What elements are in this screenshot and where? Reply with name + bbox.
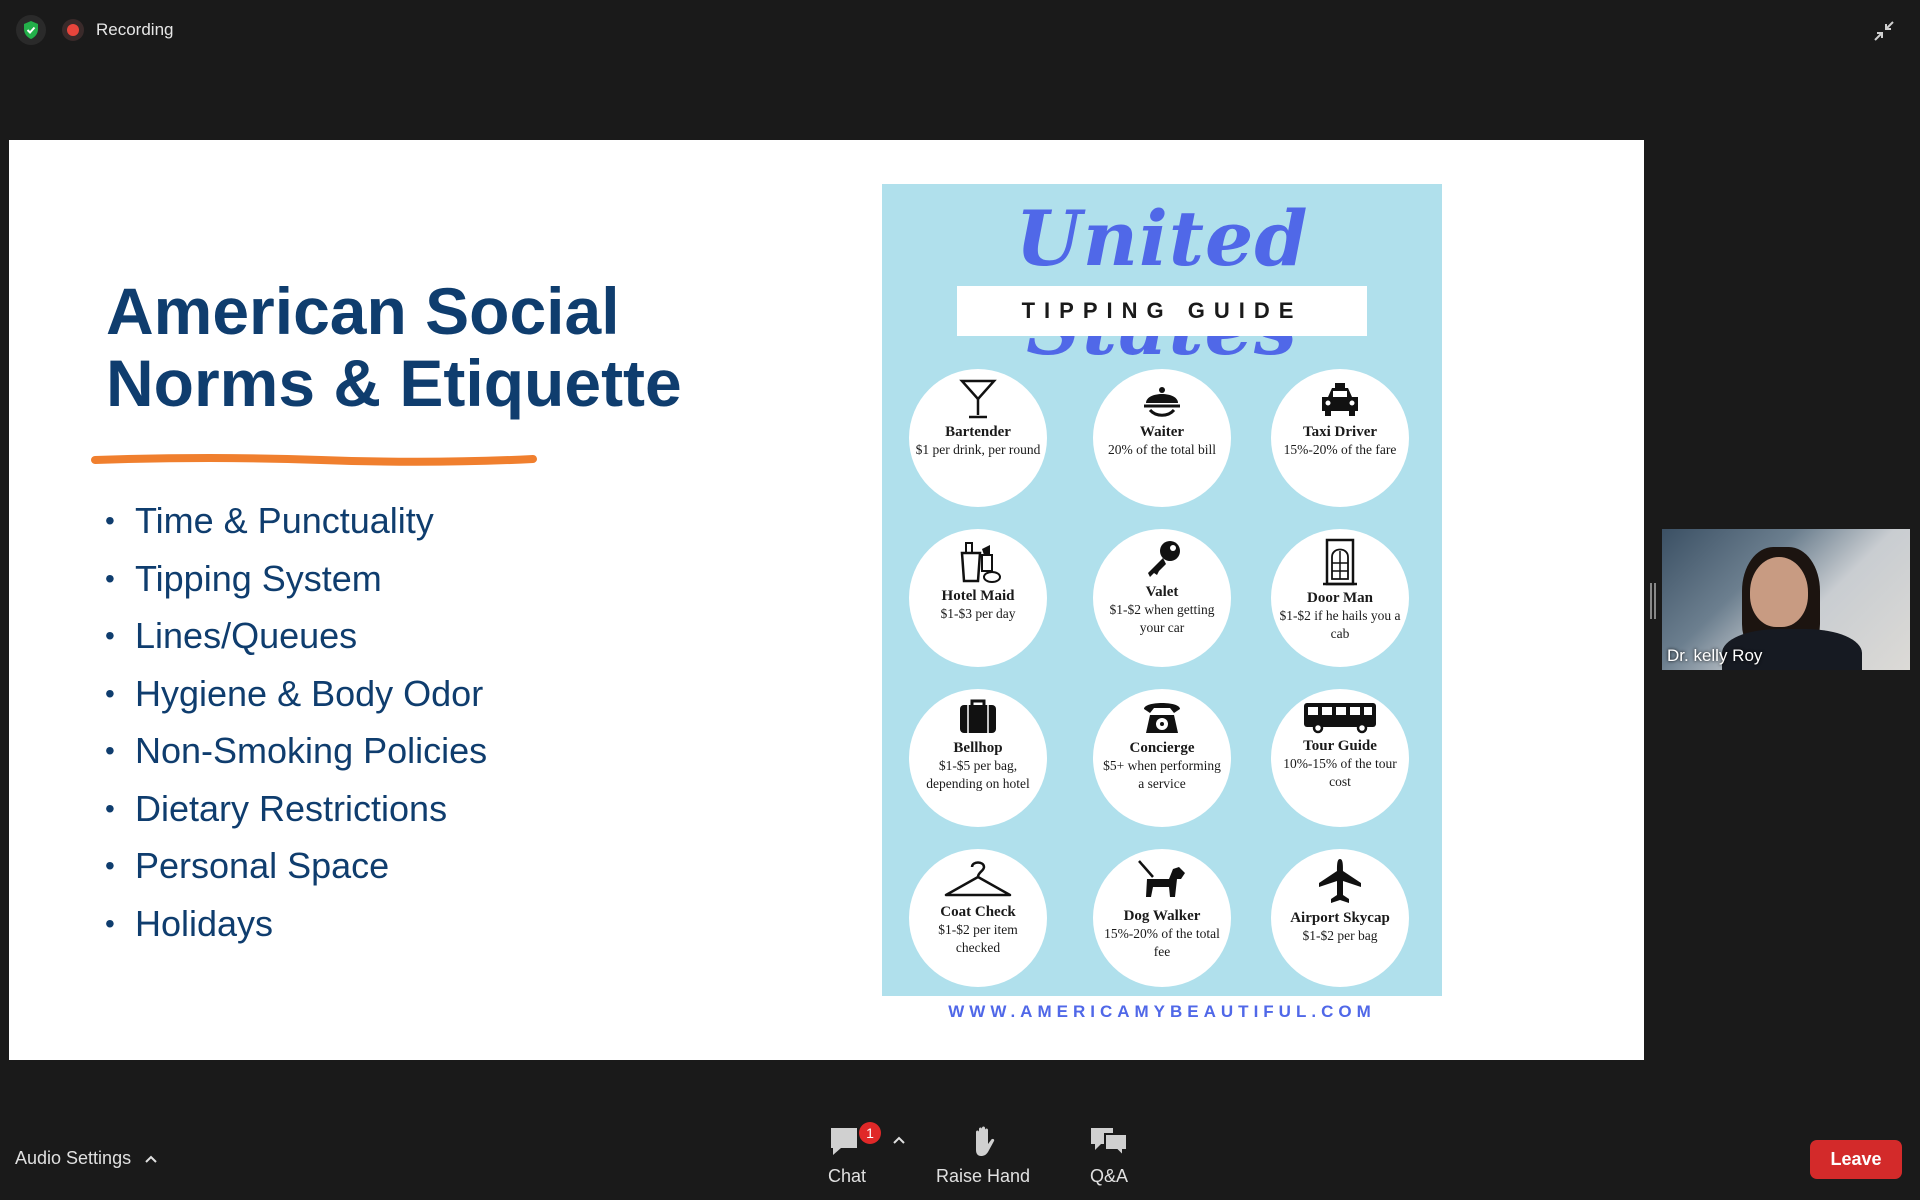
tip-item-name: Coat Check <box>940 904 1016 920</box>
tip-item-taxi-driver: Taxi Driver 15%-20% of the fare <box>1271 369 1409 507</box>
chevron-up-icon <box>145 1155 157 1163</box>
recording-indicator[interactable]: Recording <box>62 14 174 46</box>
tip-item-valet: Valet $1-$2 when getting your car <box>1093 529 1231 667</box>
list-item: Hygiene & Body Odor <box>105 665 487 723</box>
tip-item-name: Concierge <box>1129 740 1195 756</box>
raise-hand-label: Raise Hand <box>936 1166 1031 1186</box>
qa-icon <box>1091 1128 1128 1158</box>
tip-item-name: Waiter <box>1139 424 1185 440</box>
tip-item-desc: 15%-20% of the fare <box>1283 442 1397 457</box>
hanger-icon <box>944 861 1012 897</box>
list-item: Tipping System <box>105 550 487 608</box>
tip-item-desc: $1-$2 per bag <box>1302 928 1378 943</box>
tip-item-name: Dog Walker <box>1123 908 1201 924</box>
dog-icon <box>1138 860 1185 897</box>
tip-item-name: Bartender <box>945 424 1011 440</box>
record-icon <box>62 19 84 41</box>
tip-item-name: Hotel Maid <box>941 588 1015 604</box>
leave-button[interactable]: Leave <box>1810 1140 1902 1179</box>
telephone-icon <box>1144 703 1180 733</box>
tip-item-desc: 10%-15% of the tour cost <box>1283 756 1397 789</box>
chat-unread-badge: 1 <box>859 1122 881 1144</box>
tip-item-waiter: Waiter 20% of the total bill <box>1093 369 1231 507</box>
list-item: Personal Space <box>105 837 487 895</box>
exit-fullscreen-icon[interactable] <box>1870 17 1898 45</box>
tip-item-desc: $1-$2 if he hails you a cab <box>1279 608 1401 641</box>
tip-item-desc: $1-$2 when getting your car <box>1109 602 1215 635</box>
cloche-icon <box>1144 387 1180 417</box>
tip-item-desc: $1-$5 per bag, depending on hotel <box>926 758 1030 791</box>
poster-url: WWW.AMERICAMYBEAUTIFUL.COM <box>948 1002 1376 1021</box>
chat-button[interactable]: 1 Chat <box>825 1122 881 1187</box>
hand-icon <box>976 1126 995 1156</box>
list-item: Time & Punctuality <box>105 492 487 550</box>
tip-item-name: Bellhop <box>953 740 1003 756</box>
participant-name: Dr. kelly Roy <box>1667 646 1763 665</box>
title-underline <box>91 454 537 466</box>
panel-resize-handle[interactable] <box>1650 583 1656 619</box>
tip-item-door-man: Door Man $1-$2 if he hails you a cab <box>1271 529 1409 667</box>
tip-item-name: Airport Skycap <box>1290 910 1390 926</box>
tip-item-hotel-maid: Hotel Maid $1-$3 per day <box>909 529 1047 667</box>
list-item: Dietary Restrictions <box>105 780 487 838</box>
list-item: Lines/Queues <box>105 607 487 665</box>
qa-label: Q&A <box>1089 1166 1128 1186</box>
shared-slide: American Social Norms & Etiquette Time &… <box>9 140 1644 1060</box>
tip-item-concierge: Concierge $5+ when performing a service <box>1093 689 1231 827</box>
airplane-icon <box>1319 859 1361 903</box>
tip-item-tour-guide: Tour Guide 10%-15% of the tour cost <box>1271 689 1409 827</box>
suitcase-icon <box>960 699 996 733</box>
tip-item-coat-check: Coat Check $1-$2 per item checked <box>909 849 1047 987</box>
tip-item-bellhop: Bellhop $1-$5 per bag, depending on hote… <box>909 689 1047 827</box>
list-item: Non-Smoking Policies <box>105 722 487 780</box>
raise-hand-button[interactable]: Raise Hand <box>936 1124 1030 1187</box>
participant-face <box>1750 557 1808 627</box>
tip-item-desc: $1 per drink, per round <box>915 442 1041 457</box>
poster-title: United States <box>1015 194 1309 372</box>
tip-item-desc: 15%-20% of the total fee <box>1104 926 1220 959</box>
tipping-guide-poster: United States TIPPING GUIDE Bartender $1… <box>882 184 1442 996</box>
slide-title: American Social Norms & Etiquette <box>106 274 682 420</box>
tip-item-bartender: Bartender $1 per drink, per round <box>909 369 1047 507</box>
poster-subtitle: TIPPING GUIDE <box>957 286 1367 336</box>
taxi-icon <box>1322 383 1358 416</box>
participant-video[interactable]: Dr. kelly Roy <box>1662 529 1910 670</box>
tip-item-desc: $1-$2 per item checked <box>938 922 1018 955</box>
cocktail-icon <box>959 379 997 419</box>
security-shield-icon[interactable] <box>16 15 46 45</box>
cleaning-supplies-icon <box>960 542 1001 583</box>
tip-item-name: Valet <box>1145 584 1179 600</box>
chat-icon: 1 <box>825 1122 881 1158</box>
key-icon <box>1148 541 1180 577</box>
tip-item-desc: $5+ when performing a service <box>1103 758 1221 791</box>
chat-label: Chat <box>827 1166 867 1186</box>
tip-item-name: Door Man <box>1307 590 1373 606</box>
chat-options-chevron-icon[interactable] <box>893 1136 905 1144</box>
tip-item-name: Tour Guide <box>1303 738 1377 754</box>
recording-label: Recording <box>96 20 174 39</box>
list-item: Holidays <box>105 895 487 953</box>
tip-item-desc: $1-$3 per day <box>940 606 1016 621</box>
tip-item-dog-walker: Dog Walker 15%-20% of the total fee <box>1093 849 1231 987</box>
tip-item-name: Taxi Driver <box>1302 424 1378 440</box>
tip-item-desc: 20% of the total bill <box>1108 442 1216 457</box>
tip-item-airport-skycap: Airport Skycap $1-$2 per bag <box>1271 849 1409 987</box>
qa-button[interactable]: Q&A <box>1089 1124 1129 1187</box>
audio-settings-label: Audio Settings <box>15 1148 132 1168</box>
audio-settings-button[interactable]: Audio Settings <box>15 1148 157 1169</box>
topic-list: Time & Punctuality Tipping System Lines/… <box>105 492 487 952</box>
bus-icon <box>1304 703 1376 734</box>
door-icon <box>1323 538 1357 586</box>
